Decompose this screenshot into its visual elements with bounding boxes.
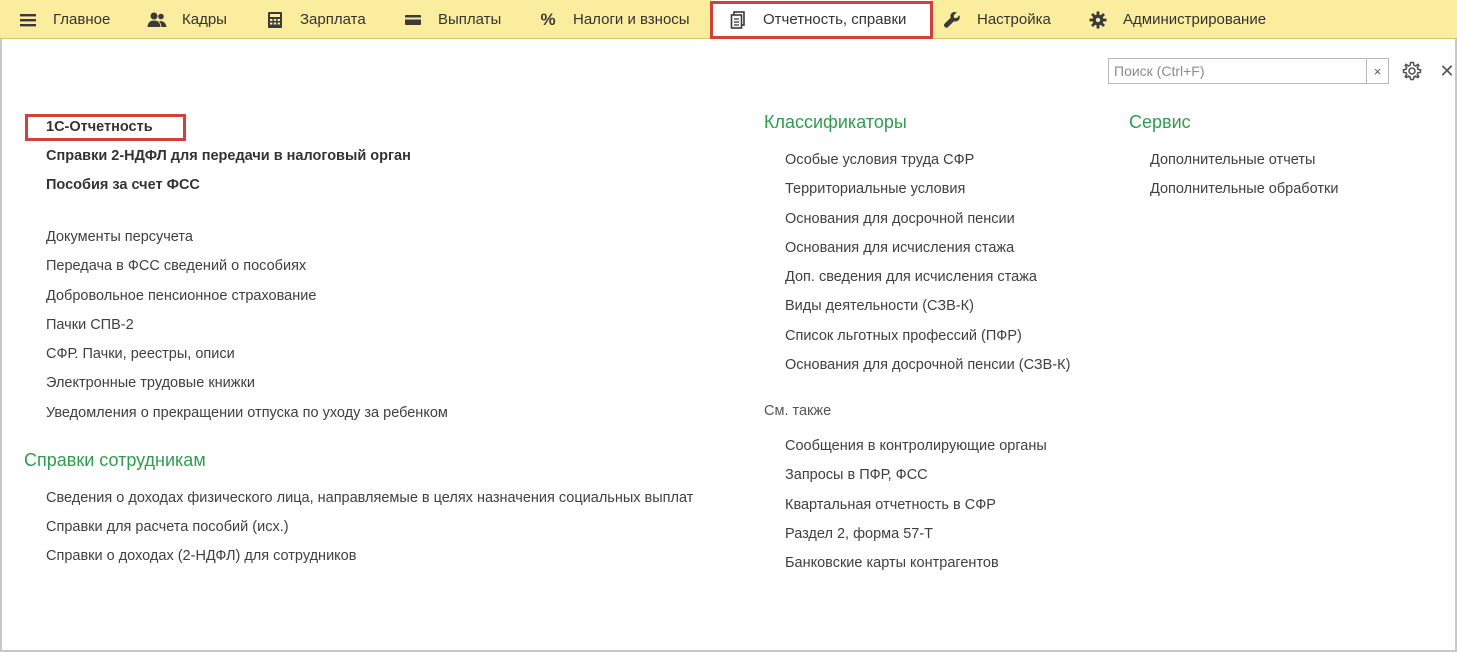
section-title-employees: Справки сотрудникам <box>24 450 206 470</box>
link-classifier[interactable]: Основания для досрочной пенсии <box>785 210 1015 228</box>
link-see-also[interactable]: Запросы в ПФР, ФСС <box>785 466 928 484</box>
settings-gear-button[interactable] <box>1401 60 1423 82</box>
link-fss-transfer[interactable]: Передача в ФСС сведений о пособиях <box>46 257 306 275</box>
link-classifier[interactable]: Основания для досрочной пенсии (СЗВ-К) <box>785 356 1070 374</box>
link-see-also[interactable]: Раздел 2, форма 57-Т <box>785 525 933 543</box>
menu-item-label: Налоги и взносы <box>573 11 690 28</box>
link-electronic-workbooks[interactable]: Электронные трудовые книжки <box>46 374 255 392</box>
search-input[interactable] <box>1109 59 1366 83</box>
menu-item-main[interactable]: Главное <box>18 0 110 39</box>
link-1c-reporting[interactable]: 1С-Отчетность <box>46 118 153 136</box>
menu-item-label: Выплаты <box>438 11 502 28</box>
link-classifier[interactable]: Список льготных профессий (ПФР) <box>785 327 1022 345</box>
search-clear-button[interactable]: × <box>1366 59 1388 83</box>
section-menu-bar: Главное Кадры Зарплата Выплаты % Налоги … <box>0 0 1457 39</box>
menu-item-taxes[interactable]: % Налоги и взносы <box>538 0 690 39</box>
link-fss-benefits[interactable]: Пособия за счет ФСС <box>46 176 200 194</box>
menu-item-label: Настройка <box>977 11 1051 28</box>
link-income-info[interactable]: Сведения о доходах физического лица, нап… <box>46 489 693 507</box>
documents-icon <box>728 10 748 30</box>
link-classifier[interactable]: Территориальные условия <box>785 180 965 198</box>
menu-item-label: Администрирование <box>1123 11 1267 28</box>
link-see-also[interactable]: Банковские карты контрагентов <box>785 554 999 572</box>
close-button[interactable]: ✕ <box>1438 60 1456 82</box>
section-title-see-also: См. также <box>764 403 832 419</box>
menu-item-salary[interactable]: Зарплата <box>265 0 366 39</box>
link-additional-reports[interactable]: Дополнительные отчеты <box>1150 151 1315 169</box>
section-title-service: Сервис <box>1129 112 1191 132</box>
close-icon: ✕ <box>1439 60 1455 81</box>
menu-item-administration[interactable]: Администрирование <box>1088 0 1266 39</box>
link-classifier[interactable]: Виды деятельности (СЗВ-К) <box>785 297 974 315</box>
wrench-icon <box>942 10 962 30</box>
people-icon <box>147 10 167 30</box>
menu-item-label: Кадры <box>182 11 227 28</box>
menu-item-settings[interactable]: Настройка <box>942 0 1051 39</box>
gear-icon <box>1088 10 1108 30</box>
menu-item-label: Зарплата <box>300 11 366 28</box>
link-2ndfl-employees[interactable]: Справки о доходах (2-НДФЛ) для сотрудник… <box>46 547 356 565</box>
link-classifier[interactable]: Основания для исчисления стажа <box>785 239 1014 257</box>
menu-item-reports[interactable]: Отчетность, справки <box>712 0 931 39</box>
hamburger-icon <box>18 10 38 30</box>
link-voluntary-pension[interactable]: Добровольное пенсионное страхование <box>46 287 316 305</box>
link-leave-termination[interactable]: Уведомления о прекращении отпуска по ухо… <box>46 404 448 422</box>
link-spv2-packs[interactable]: Пачки СПВ-2 <box>46 316 134 334</box>
menu-item-staff[interactable]: Кадры <box>147 0 227 39</box>
gear-icon <box>1402 61 1422 81</box>
link-see-also[interactable]: Квартальная отчетность в СФР <box>785 496 996 514</box>
link-additional-processing[interactable]: Дополнительные обработки <box>1150 180 1338 198</box>
calculator-icon <box>265 10 285 30</box>
link-benefit-certificates[interactable]: Справки для расчета пособий (исх.) <box>46 518 289 536</box>
link-sfr-packs[interactable]: СФР. Пачки, реестры, описи <box>46 345 235 363</box>
link-personnel-docs[interactable]: Документы персучета <box>46 228 193 246</box>
section-title-classifiers: Классификаторы <box>764 112 907 132</box>
link-classifier[interactable]: Доп. сведения для исчисления стажа <box>785 268 1037 286</box>
percent-icon: % <box>540 9 556 29</box>
link-2ndfl-tax[interactable]: Справки 2-НДФЛ для передачи в налоговый … <box>46 147 411 165</box>
wallet-icon <box>403 10 423 30</box>
menu-item-payments[interactable]: Выплаты <box>403 0 501 39</box>
menu-item-label: Главное <box>53 11 111 28</box>
link-classifier[interactable]: Особые условия труда СФР <box>785 151 974 169</box>
menu-item-label: Отчетность, справки <box>763 11 907 28</box>
search-box: × <box>1108 58 1389 84</box>
link-see-also[interactable]: Сообщения в контролирующие органы <box>785 437 1047 455</box>
